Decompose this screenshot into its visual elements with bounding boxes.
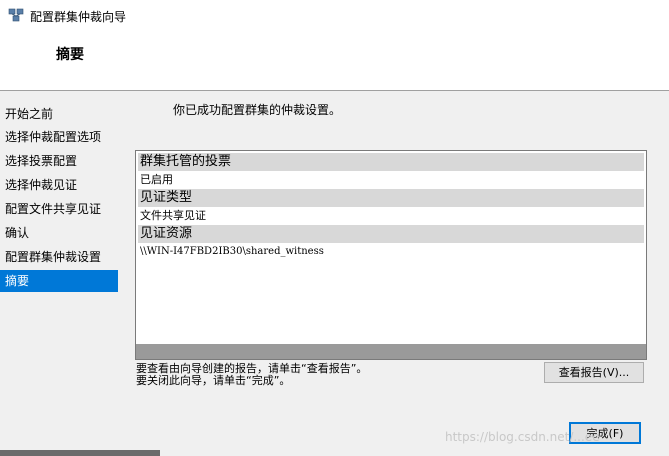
success-message: 你已成功配置群集的仲裁设置。 bbox=[173, 103, 342, 117]
step-select-quorum-option[interactable]: 选择仲裁配置选项 bbox=[0, 126, 118, 148]
cluster-icon bbox=[8, 8, 24, 22]
step-before-you-begin[interactable]: 开始之前 bbox=[0, 103, 118, 125]
step-summary[interactable]: 摘要 bbox=[0, 270, 118, 292]
report-section-value: 已启用 bbox=[140, 173, 173, 186]
step-select-witness[interactable]: 选择仲裁见证 bbox=[0, 174, 118, 196]
report-section-heading: 见证资源 bbox=[138, 225, 644, 243]
wizard-step-list: 开始之前 选择仲裁配置选项 选择投票配置 选择仲裁见证 配置文件共享见证 确认 … bbox=[0, 91, 121, 456]
step-confirmation[interactable]: 确认 bbox=[0, 222, 118, 244]
watermark: https://blog.csdn.net/...ee bbox=[445, 430, 600, 444]
close-wizard-hint: 要关闭此向导，请单击“完成”。 bbox=[136, 374, 291, 387]
horizontal-scrollbar[interactable] bbox=[136, 344, 646, 359]
report-section-value: \\WIN-I47FBD2IB30\shared_witness bbox=[140, 246, 324, 257]
report-section-value: 文件共享见证 bbox=[140, 209, 206, 222]
report-section-heading: 群集托管的投票 bbox=[138, 153, 644, 171]
page-title: 摘要 bbox=[56, 47, 84, 63]
window-title: 配置群集仲裁向导 bbox=[30, 10, 127, 24]
summary-report: 群集托管的投票 已启用 见证类型 文件共享见证 见证资源 \\WIN-I47FB… bbox=[135, 150, 647, 360]
title-bar: 配置群集仲裁向导 bbox=[0, 0, 669, 30]
step-select-voting[interactable]: 选择投票配置 bbox=[0, 150, 118, 172]
report-section-heading: 见证类型 bbox=[138, 189, 644, 207]
step-configure-file-share-witness[interactable]: 配置文件共享见证 bbox=[0, 198, 118, 220]
taskbar-fragment bbox=[0, 450, 160, 456]
wizard-content: 你已成功配置群集的仲裁设置。 群集托管的投票 已启用 见证类型 文件共享见证 见… bbox=[121, 91, 669, 456]
instructions: 要查看由向导创建的报告，请单击“查看报告”。 要关闭此向导，请单击“完成”。 bbox=[136, 363, 367, 387]
view-report-button[interactable]: 查看报告(V)... bbox=[544, 362, 644, 383]
wizard-header: 摘要 bbox=[0, 30, 669, 90]
step-configure-quorum-settings[interactable]: 配置群集仲裁设置 bbox=[0, 246, 118, 268]
